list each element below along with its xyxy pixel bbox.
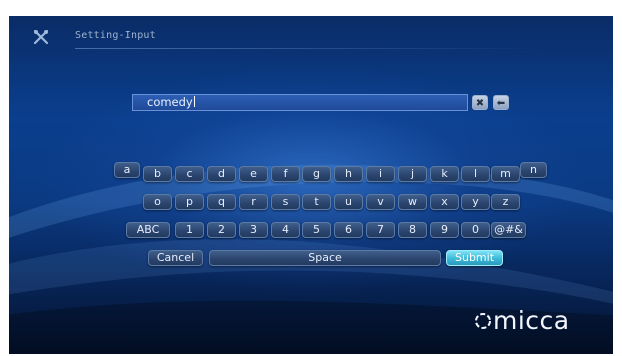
tv-screen: Setting-Input comedy ✖ ⬅ a b c d e f g h… bbox=[9, 16, 613, 354]
key-d[interactable]: d bbox=[207, 166, 236, 182]
key-symbols[interactable]: @#& bbox=[491, 222, 526, 238]
key-6[interactable]: 6 bbox=[334, 222, 363, 238]
key-w[interactable]: w bbox=[398, 194, 427, 210]
page-title: Setting-Input bbox=[75, 30, 156, 41]
backspace-icon: ⬅ bbox=[496, 98, 506, 109]
key-q[interactable]: q bbox=[207, 194, 236, 210]
cancel-button[interactable]: Cancel bbox=[148, 250, 203, 266]
key-0[interactable]: 0 bbox=[461, 222, 490, 238]
key-k[interactable]: k bbox=[430, 166, 459, 182]
key-f[interactable]: f bbox=[271, 166, 300, 182]
key-e[interactable]: e bbox=[239, 166, 268, 182]
key-9[interactable]: 9 bbox=[430, 222, 459, 238]
backspace-button[interactable]: ⬅ bbox=[493, 95, 509, 110]
key-a[interactable]: a bbox=[114, 162, 140, 178]
key-2[interactable]: 2 bbox=[207, 222, 236, 238]
settings-tools-icon bbox=[33, 29, 49, 45]
key-i[interactable]: i bbox=[366, 166, 395, 182]
key-p[interactable]: p bbox=[175, 194, 204, 210]
key-c[interactable]: c bbox=[175, 166, 204, 182]
key-g[interactable]: g bbox=[302, 166, 331, 182]
key-y[interactable]: y bbox=[461, 194, 490, 210]
key-u[interactable]: u bbox=[334, 194, 363, 210]
key-b[interactable]: b bbox=[143, 166, 172, 182]
submit-button[interactable]: Submit bbox=[446, 250, 503, 266]
background-swoosh bbox=[9, 164, 613, 354]
clear-input-button[interactable]: ✖ bbox=[472, 95, 488, 110]
input-value: comedy bbox=[147, 95, 193, 109]
key-5[interactable]: 5 bbox=[302, 222, 331, 238]
key-x[interactable]: x bbox=[430, 194, 459, 210]
brand-logo: micca bbox=[477, 306, 570, 335]
key-l[interactable]: l bbox=[461, 166, 490, 182]
text-cursor bbox=[193, 96, 195, 107]
search-input[interactable]: comedy bbox=[132, 94, 468, 111]
key-r[interactable]: r bbox=[239, 194, 268, 210]
key-m[interactable]: m bbox=[491, 166, 520, 182]
key-o[interactable]: o bbox=[143, 194, 172, 210]
key-s[interactable]: s bbox=[271, 194, 300, 210]
key-z[interactable]: z bbox=[491, 194, 520, 210]
key-t[interactable]: t bbox=[302, 194, 331, 210]
close-icon: ✖ bbox=[475, 98, 485, 109]
key-7[interactable]: 7 bbox=[366, 222, 395, 238]
key-4[interactable]: 4 bbox=[271, 222, 300, 238]
space-key[interactable]: Space bbox=[209, 250, 441, 266]
key-3[interactable]: 3 bbox=[239, 222, 268, 238]
key-8[interactable]: 8 bbox=[398, 222, 427, 238]
key-v[interactable]: v bbox=[366, 194, 395, 210]
title-divider bbox=[75, 48, 545, 49]
key-1[interactable]: 1 bbox=[175, 222, 204, 238]
key-n[interactable]: n bbox=[520, 162, 547, 178]
key-j[interactable]: j bbox=[398, 166, 427, 182]
brand-name: micca bbox=[493, 306, 570, 335]
key-h[interactable]: h bbox=[334, 166, 363, 182]
key-abc[interactable]: ABC bbox=[126, 222, 170, 238]
